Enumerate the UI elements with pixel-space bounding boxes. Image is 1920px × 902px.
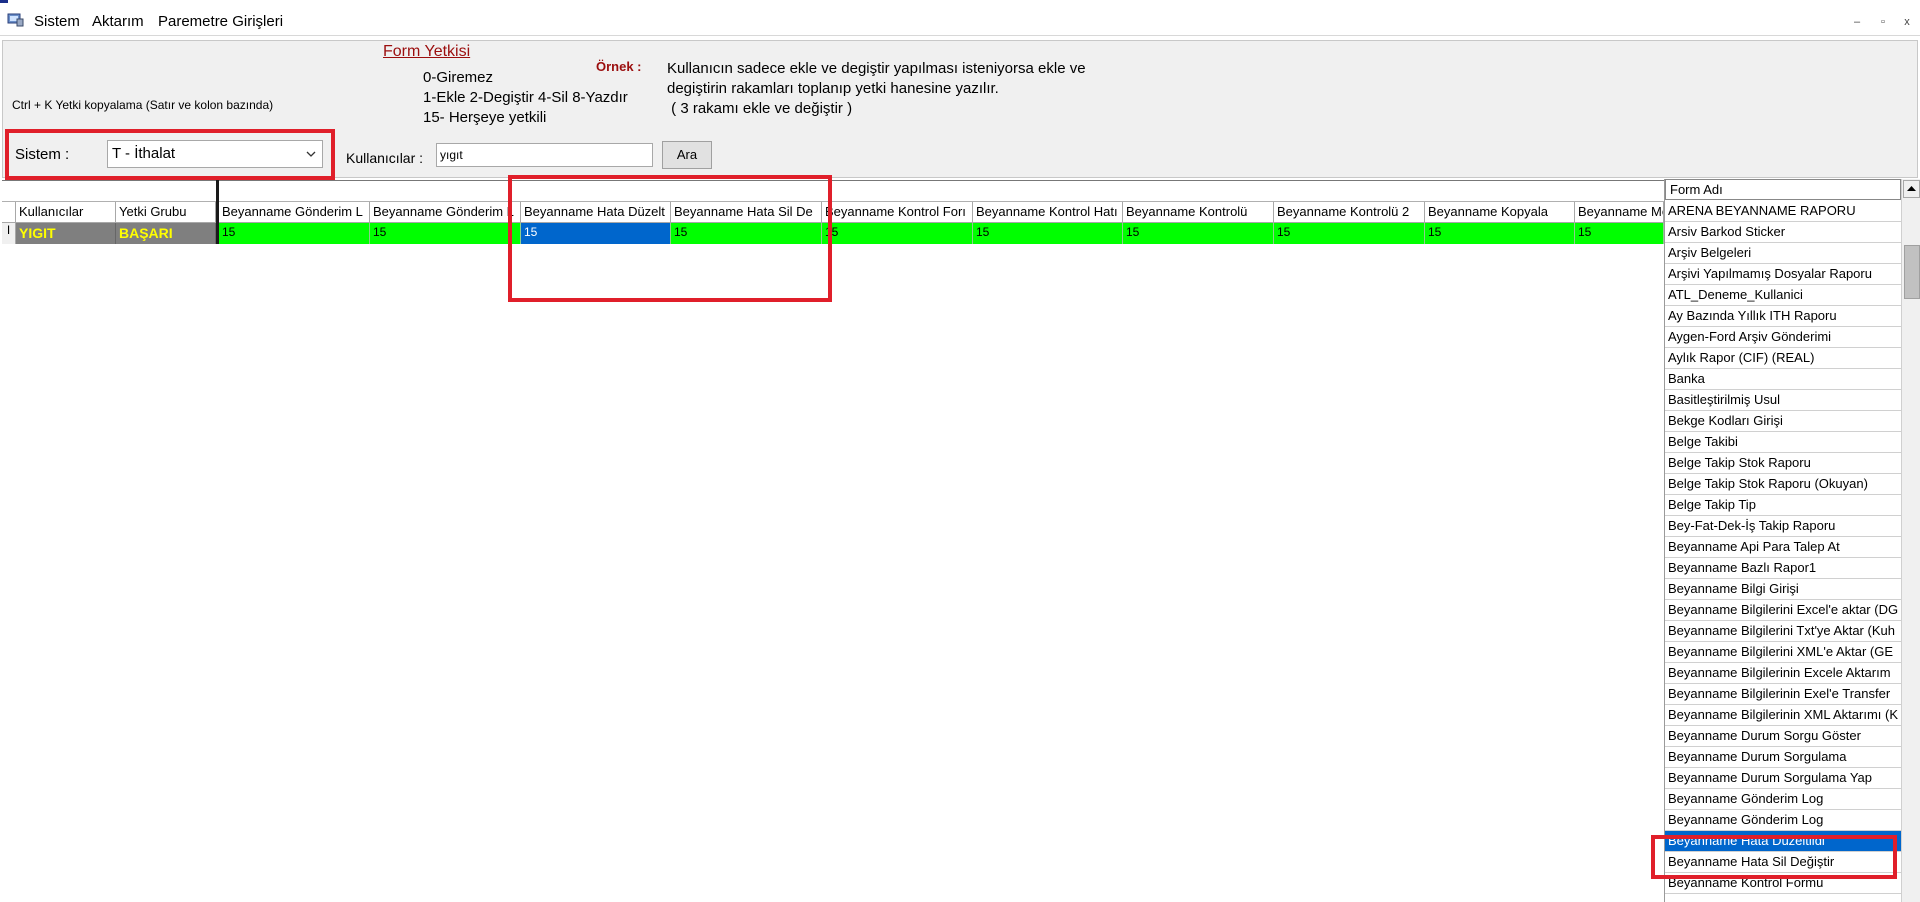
menu-parametre-girisleri[interactable]: Paremetre Girişleri — [158, 13, 283, 30]
form-list-panel: Form Adı ARENA BEYANNAME RAPORU Arsiv Bar… — [1664, 179, 1920, 902]
form-list-header[interactable]: Form Adı — [1665, 179, 1901, 200]
list-item[interactable]: Arşiv Belgeleri — [1665, 243, 1901, 264]
list-item[interactable]: Beyanname Bilgilerini Txt'ye Aktar (Kuh — [1665, 621, 1901, 642]
sistem-select[interactable]: T - İthalat — [107, 140, 323, 168]
app-icon — [0, 0, 8, 3]
list-item[interactable]: Bekge Kodları Girişi — [1665, 411, 1901, 432]
cell-value-4[interactable]: 15 — [822, 223, 973, 244]
list-item[interactable]: Arşivi Yapılmamış Dosyalar Raporu — [1665, 264, 1901, 285]
minimize-button[interactable]: – — [1848, 13, 1866, 31]
list-item[interactable]: Belge Takip Stok Raporu — [1665, 453, 1901, 474]
menu-sistem[interactable]: Sistem — [34, 13, 80, 30]
list-item[interactable]: Belge Takip Stok Raporu (Okuyan) — [1665, 474, 1901, 495]
window-titlebar — [0, 0, 1920, 4]
list-item[interactable]: Beyanname Hata Düzeltildi — [1665, 831, 1901, 852]
list-item[interactable]: Aygen-Ford Arşiv Gönderimi — [1665, 327, 1901, 348]
cell-value-3[interactable]: 15 — [671, 223, 822, 244]
list-item[interactable]: Beyanname Bilgilerinin Exel'e Transfer — [1665, 684, 1901, 705]
list-item[interactable]: Beyanname Gönderim Log — [1665, 810, 1901, 831]
sistem-select-value: T - İthalat — [112, 145, 176, 162]
cell-value-2-selected[interactable]: 15 — [521, 223, 671, 244]
list-item[interactable]: Beyanname Gönderim Log — [1665, 789, 1901, 810]
permission-grid: Kullanıcılar Yetki Grubu Beyanname Gönde… — [2, 180, 1664, 902]
legend-line-1: 1-Ekle 2-Degiştir 4-Sil 8-Yazdır — [423, 89, 628, 106]
form-list: ARENA BEYANNAME RAPORU Arsiv Barkod Stick… — [1665, 201, 1901, 894]
header-corner — [2, 202, 16, 223]
copy-shortcut-hint: Ctrl + K Yetki kopyalama (Satır ve kolon… — [12, 98, 274, 112]
cell-value-7[interactable]: 15 — [1274, 223, 1425, 244]
list-item[interactable]: Arsiv Barkod Sticker — [1665, 222, 1901, 243]
header-col-0[interactable]: Beyanname Gönderim L — [219, 202, 370, 223]
cell-value-5[interactable]: 15 — [973, 223, 1123, 244]
header-col-9[interactable]: Beyanname Me — [1575, 202, 1664, 223]
cell-value-0[interactable]: 15 — [219, 223, 370, 244]
list-item[interactable]: Beyanname Bilgilerinin Excele Aktarım — [1665, 663, 1901, 684]
cell-user[interactable]: YIGIT — [16, 223, 116, 244]
close-button[interactable]: x — [1898, 13, 1916, 31]
frozen-column-divider — [216, 180, 219, 244]
example-line-1: degiştirin rakamları toplanıp yetki hane… — [667, 80, 999, 97]
users-search-input[interactable] — [436, 143, 653, 167]
example-label: Örnek : — [596, 59, 642, 74]
list-item[interactable]: Beyanname Durum Sorgulama — [1665, 747, 1901, 768]
list-item[interactable]: ATL_Deneme_Kullanici — [1665, 285, 1901, 306]
cell-value-1[interactable]: 15 — [370, 223, 521, 244]
scroll-thumb[interactable] — [1904, 245, 1920, 299]
header-yetki-grubu[interactable]: Yetki Grubu — [116, 202, 216, 223]
header-col-7[interactable]: Beyanname Kontrolü 2 — [1274, 202, 1425, 223]
list-item[interactable]: Beyanname Bilgilerinin XML Aktarımı (K — [1665, 705, 1901, 726]
header-col-6[interactable]: Beyanname Kontrolü — [1123, 202, 1274, 223]
list-item[interactable]: Bey-Fat-Dek-İş Takip Raporu — [1665, 516, 1901, 537]
list-item[interactable]: Beyanname Durum Sorgu Göster — [1665, 726, 1901, 747]
header-col-5[interactable]: Beyanname Kontrol Hatı — [973, 202, 1123, 223]
list-item[interactable]: Beyanname Bazlı Rapor1 — [1665, 558, 1901, 579]
scroll-up-button[interactable] — [1903, 180, 1920, 198]
computer-icon — [7, 13, 24, 27]
users-label: Kullanıcılar : — [346, 150, 424, 166]
grid-band — [2, 180, 1664, 202]
example-line-2: ( 3 rakamı ekle ve değiştir ) — [667, 100, 853, 117]
cell-group[interactable]: BAŞARI — [116, 223, 216, 244]
list-item[interactable]: Beyanname Durum Sorgulama Yap — [1665, 768, 1901, 789]
legend-line-2: 15- Herşeye yetkili — [423, 109, 547, 126]
list-item[interactable]: Beyanname Bilgi Girişi — [1665, 579, 1901, 600]
menu-bar: Sistem Aktarım Paremetre Girişleri – ▫ x — [0, 8, 1920, 36]
list-item[interactable]: Aylık Rapor (CIF) (REAL) — [1665, 348, 1901, 369]
list-item[interactable]: ARENA BEYANNAME RAPORU — [1665, 201, 1901, 222]
search-button[interactable]: Ara — [662, 141, 712, 169]
list-item[interactable]: Beyanname Bilgilerini Excel'e aktar (DG — [1665, 600, 1901, 621]
list-item[interactable]: Beyanname Bilgilerini XML'e Aktar (GE — [1665, 642, 1901, 663]
cell-value-8[interactable]: 15 — [1425, 223, 1575, 244]
header-col-1[interactable]: Beyanname Gönderim L — [370, 202, 521, 223]
row-indicator[interactable]: I — [2, 223, 16, 244]
form-authority-title: Form Yetkisi — [383, 43, 471, 60]
list-item[interactable]: Beyanname Hata Sil Değiştir — [1665, 852, 1901, 873]
triangle-up-icon — [1907, 186, 1916, 191]
chevron-down-icon — [306, 151, 316, 157]
list-item[interactable]: Belge Takip Tip — [1665, 495, 1901, 516]
header-col-2[interactable]: Beyanname Hata Düzelt — [521, 202, 671, 223]
list-item[interactable]: Ay Bazında Yıllık ITH Raporu — [1665, 306, 1901, 327]
cell-value-9[interactable]: 15 — [1575, 223, 1664, 244]
cell-value-6[interactable]: 15 — [1123, 223, 1274, 244]
example-line-0: Kullanıcın sadece ekle ve degiştir yapıl… — [667, 60, 1086, 77]
sistem-label: Sistem : — [15, 146, 70, 163]
list-item[interactable]: Beyanname Api Para Talep At — [1665, 537, 1901, 558]
header-col-3[interactable]: Beyanname Hata Sil De — [671, 202, 822, 223]
header-col-4[interactable]: Beyanname Kontrol Forı — [822, 202, 973, 223]
restore-button[interactable]: ▫ — [1874, 13, 1892, 31]
form-list-scrollbar[interactable] — [1901, 179, 1920, 902]
menu-aktarim[interactable]: Aktarım — [92, 13, 144, 30]
list-item[interactable]: Banka — [1665, 369, 1901, 390]
legend-line-0: 0-Giremez — [423, 69, 494, 86]
list-item[interactable]: Belge Takibi — [1665, 432, 1901, 453]
list-item[interactable]: Beyanname Kontrol Formu — [1665, 873, 1901, 894]
header-col-8[interactable]: Beyanname Kopyala — [1425, 202, 1575, 223]
list-item[interactable]: Basitleştirilmiş Usul — [1665, 390, 1901, 411]
header-kullanicilar[interactable]: Kullanıcılar — [16, 202, 116, 223]
